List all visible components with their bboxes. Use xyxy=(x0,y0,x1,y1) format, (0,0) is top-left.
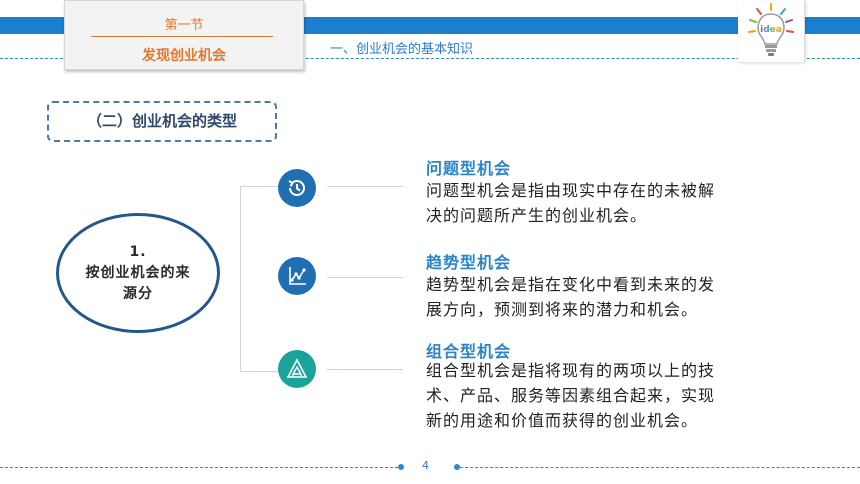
item-desc-trend: 趋势型机会是指在变化中看到未来的发 展方向，预测到将来的潜力和机会。 xyxy=(426,272,766,322)
category-text-line1: 按创业机会的来 xyxy=(85,264,191,281)
lightbulb-icon: idea xyxy=(748,3,794,56)
item-desc-trend-line1: 趋势型机会是指在变化中看到未来的发 xyxy=(426,275,716,294)
footer-dot-left xyxy=(398,464,404,470)
triangle-structure-icon xyxy=(278,350,316,388)
branch-line-3 xyxy=(327,369,403,370)
item-desc-combination: 组合型机会是指将现有的两项以上的技 术、产品、服务等因素组合起来，实现 新的用途… xyxy=(426,358,766,433)
svg-text:idea: idea xyxy=(760,25,782,35)
history-clock-icon xyxy=(278,169,316,207)
topic-label: （二）创业机会的类型 xyxy=(47,101,277,142)
item-desc-problem: 问题型机会是指由现实中存在的未被解 决的问题所产生的创业机会。 xyxy=(426,178,766,228)
line-chart-icon xyxy=(278,257,316,295)
page-number: 4 xyxy=(422,459,429,472)
category-number: 1. xyxy=(129,243,147,260)
item-desc-combination-line1: 组合型机会是指将现有的两项以上的技 xyxy=(426,361,716,380)
item-title-trend: 趋势型机会 xyxy=(426,253,512,272)
item-title-problem: 问题型机会 xyxy=(426,159,512,178)
item-desc-trend-line2: 展方向，预测到将来的潜力和机会。 xyxy=(426,300,699,319)
section-title-rule xyxy=(91,36,273,37)
section-title: 发现创业机会 xyxy=(142,48,226,64)
category-text-line2: 源分 xyxy=(123,285,153,302)
branch-connector xyxy=(240,186,281,372)
idea-logo: idea xyxy=(738,0,805,62)
branch-line-2 xyxy=(327,277,403,278)
item-desc-combination-line3: 新的用途和价值而获得的创业机会。 xyxy=(426,411,699,430)
footer-line-right xyxy=(460,467,860,468)
section-title-card: 第一节 发现创业机会 xyxy=(64,0,304,70)
branch-line-1 xyxy=(327,186,403,187)
item-desc-problem-line2: 决的问题所产生的创业机会。 xyxy=(426,206,648,225)
item-desc-combination-line2: 术、产品、服务等因素组合起来，实现 xyxy=(426,386,716,405)
item-desc-problem-line1: 问题型机会是指由现实中存在的未被解 xyxy=(426,181,716,200)
header-subtitle: 一、创业机会的基本知识 xyxy=(330,42,474,57)
footer-line-left xyxy=(0,467,398,468)
section-number: 第一节 xyxy=(164,18,204,33)
category-node: 1. 按创业机会的来 源分 xyxy=(56,213,220,333)
